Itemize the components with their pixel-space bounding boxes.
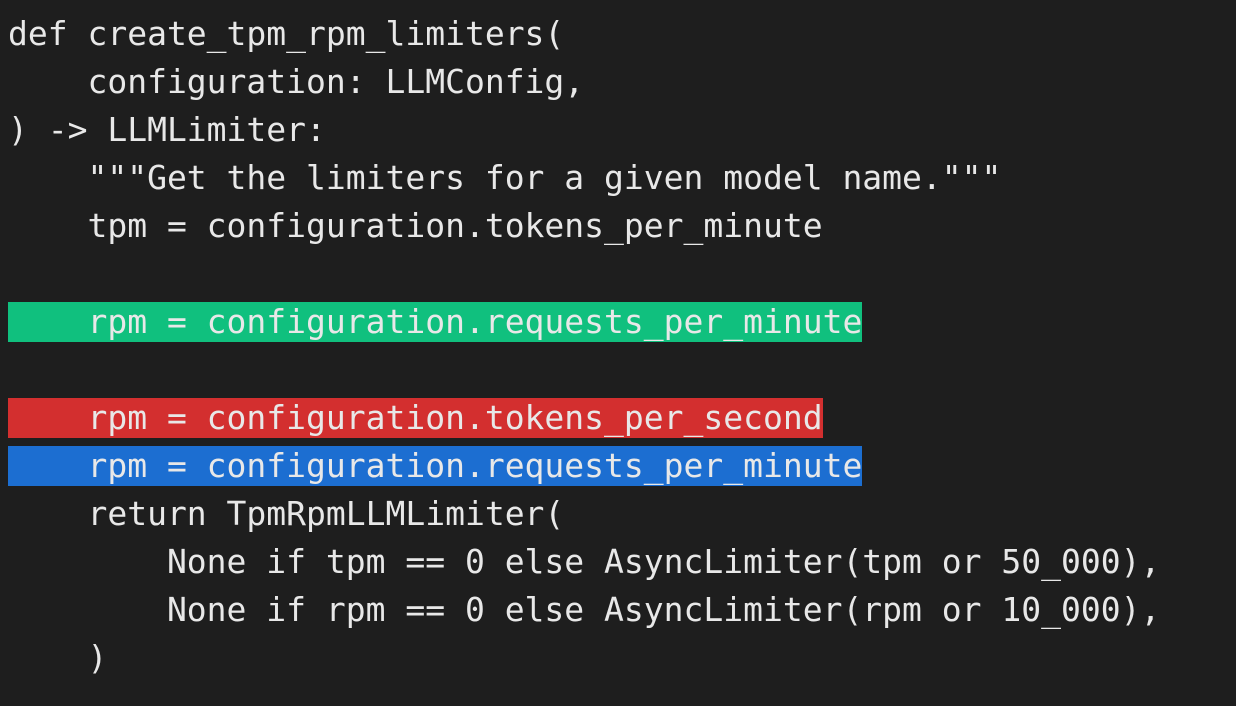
code-line-13: None if rpm == 0 else AsyncLimiter(rpm o… (0, 586, 1236, 634)
code-text: ) (8, 638, 108, 677)
code-text: None if tpm == 0 else AsyncLimiter(tpm o… (8, 542, 1161, 581)
code-line-10-selected: rpm = configuration.requests_per_minute (0, 442, 1236, 490)
removed-line-highlight: rpm = configuration.tokens_per_second (8, 398, 823, 438)
code-line-5: tpm = configuration.tokens_per_minute (0, 202, 1236, 250)
code-line-4: """Get the limiters for a given model na… (0, 154, 1236, 202)
code-line-1: def create_tpm_rpm_limiters( (0, 10, 1236, 58)
code-line-3: ) -> LLMLimiter: (0, 106, 1236, 154)
code-text: tpm = configuration.tokens_per_minute (8, 206, 823, 245)
code-text: return TpmRpmLLMLimiter( (8, 494, 565, 533)
code-line-2: configuration: LLMConfig, (0, 58, 1236, 106)
code-text: configuration: LLMConfig, (8, 62, 585, 101)
code-line-14: ) (0, 634, 1236, 682)
code-editor[interactable]: def create_tpm_rpm_limiters( configurati… (0, 0, 1236, 706)
code-line-11: return TpmRpmLLMLimiter( (0, 490, 1236, 538)
code-line-12: None if tpm == 0 else AsyncLimiter(tpm o… (0, 538, 1236, 586)
code-line-7-added: rpm = configuration.requests_per_minute (0, 298, 1236, 346)
code-text: """Get the limiters for a given model na… (8, 158, 1002, 197)
code-text: def create_tpm_rpm_limiters( (8, 14, 565, 53)
added-line-highlight: rpm = configuration.requests_per_minute (8, 302, 863, 342)
code-line-9-removed: rpm = configuration.tokens_per_second (0, 394, 1236, 442)
code-text: None if rpm == 0 else AsyncLimiter(rpm o… (8, 590, 1161, 629)
selected-line-highlight: rpm = configuration.requests_per_minute (8, 446, 863, 486)
code-text: ) -> LLMLimiter: (8, 110, 326, 149)
